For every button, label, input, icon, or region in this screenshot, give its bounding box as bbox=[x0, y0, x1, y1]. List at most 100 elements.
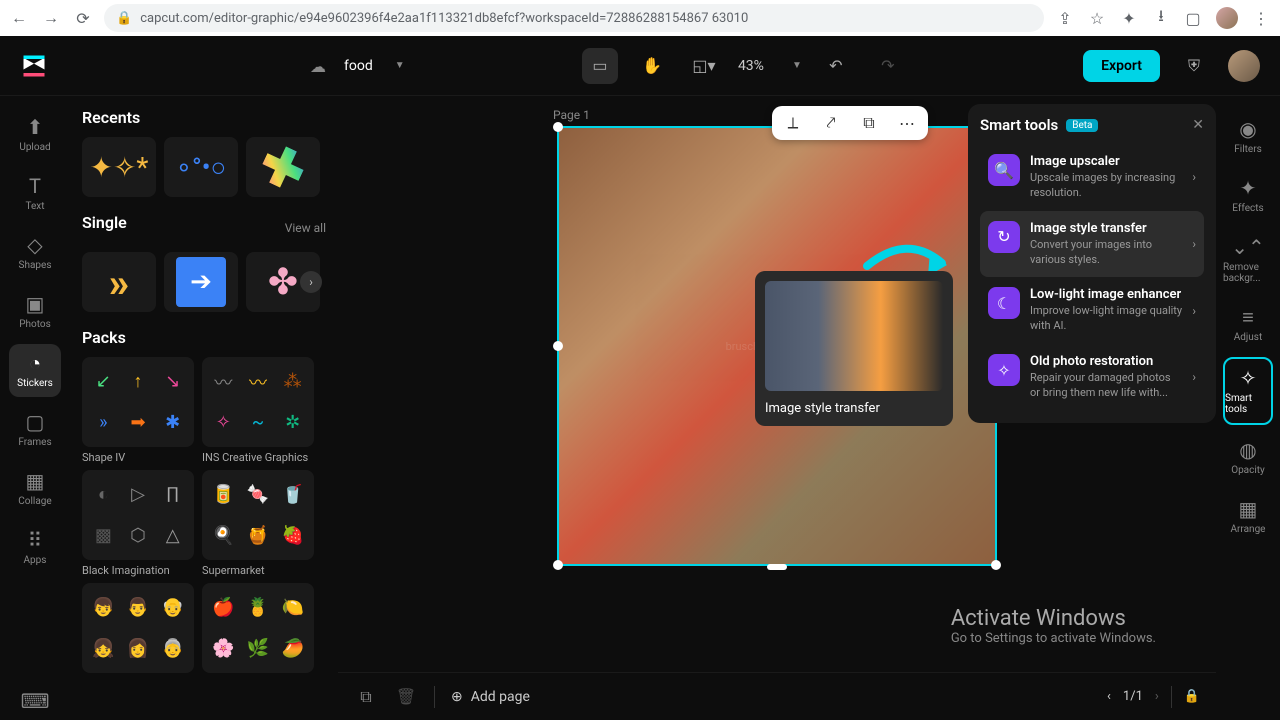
smart-tools-panel: Smart tools Beta ✕ 🔍 Image upscalerUpsca… bbox=[968, 104, 1216, 423]
stickers-panel: Recents ✦✧* ∘°•○ Single View all » ➔ ✤ ›… bbox=[70, 96, 338, 720]
select-tool-icon[interactable]: ▭ bbox=[582, 48, 618, 84]
keyboard-icon: ⌨ bbox=[21, 690, 50, 712]
zoom-chevron-icon[interactable]: ▼ bbox=[792, 60, 802, 71]
style-transfer-tooltip: Image style transfer bbox=[755, 271, 953, 426]
single-heading: Single bbox=[82, 213, 127, 232]
canvas-area[interactable]: Page 1 bruschetta on napkin ⟂ ⤤ ⧉ ⋯ bbox=[338, 96, 1216, 720]
pack-black[interactable]: ◐▷∏▩⬡△ Black Imagination bbox=[82, 470, 194, 577]
rail-stickers[interactable]: ◔Stickers bbox=[9, 344, 61, 397]
recent-sticker[interactable] bbox=[246, 137, 320, 197]
pack-ins[interactable]: 〰〰⁂✧~✲ INS Creative Graphics bbox=[202, 357, 314, 464]
rail-apps[interactable]: ⠿Apps bbox=[9, 521, 61, 574]
adjust-icon: ≡ bbox=[1242, 306, 1254, 328]
lowlight-icon: ☾ bbox=[988, 287, 1020, 319]
left-rail: ⬆Upload TText ◇Shapes ▣Photos ◔Stickers … bbox=[0, 96, 70, 720]
tooltip-preview-image bbox=[765, 281, 943, 391]
rail-collage[interactable]: ▦Collage bbox=[9, 462, 61, 515]
rr-arrange[interactable]: ▦Arrange bbox=[1223, 490, 1273, 543]
rr-opacity[interactable]: ◍Opacity bbox=[1223, 431, 1273, 484]
rail-keyboard[interactable]: ⌨ bbox=[9, 682, 61, 720]
trash-icon[interactable]: 🗑 bbox=[394, 685, 418, 709]
selection-handle[interactable] bbox=[767, 564, 787, 570]
more-icon[interactable]: ⋯ bbox=[896, 112, 918, 134]
pack-avatars[interactable]: 👦👨👴👧👩👵 bbox=[82, 583, 194, 673]
rr-adjust[interactable]: ≡Adjust bbox=[1223, 298, 1273, 351]
next-page-icon: › bbox=[1155, 689, 1159, 704]
chevron-down-icon[interactable]: ▼ bbox=[395, 60, 405, 71]
selection-handle[interactable] bbox=[553, 341, 563, 351]
pack-supermarket[interactable]: 🥫🍬🥤🍳🍯🍓 Supermarket bbox=[202, 470, 314, 577]
profile-avatar-icon[interactable] bbox=[1216, 7, 1238, 29]
selection-handle[interactable] bbox=[553, 122, 563, 132]
recent-sticker[interactable]: ∘°•○ bbox=[164, 137, 238, 197]
duplicate-icon[interactable]: ⧉ bbox=[858, 112, 880, 134]
smart-tools-title: Smart tools bbox=[980, 116, 1058, 134]
smart-item-upscaler[interactable]: 🔍 Image upscalerUpscale images by increa… bbox=[980, 144, 1204, 211]
rr-remove-bg[interactable]: ⌄⌃Remove backgr... bbox=[1223, 228, 1273, 292]
selection-handle[interactable] bbox=[991, 560, 1001, 570]
url-bar[interactable]: 🔒 capcut.com/editor-graphic/e94e9602396f… bbox=[104, 4, 1044, 32]
rr-filters[interactable]: ◉Filters bbox=[1223, 110, 1273, 163]
rail-text[interactable]: TText bbox=[9, 167, 61, 220]
download-icon[interactable]: ⭳ bbox=[1152, 9, 1170, 27]
style-transfer-icon: ↻ bbox=[988, 221, 1020, 253]
divider bbox=[1171, 686, 1172, 708]
stickers-icon: ◔ bbox=[29, 352, 41, 374]
upscaler-icon: 🔍 bbox=[988, 154, 1020, 186]
chevron-right-icon: › bbox=[1192, 370, 1196, 384]
chevron-right-icon: › bbox=[1192, 170, 1196, 184]
text-icon: T bbox=[29, 175, 41, 197]
smart-item-style-transfer[interactable]: ↻ Image style transferConvert your image… bbox=[980, 211, 1204, 278]
export-button[interactable]: Export bbox=[1083, 50, 1160, 82]
lock-page-icon[interactable]: 🔒 bbox=[1184, 689, 1200, 704]
page-label: Page 1 bbox=[553, 108, 590, 122]
shield-icon[interactable]: ⛨ bbox=[1176, 48, 1212, 84]
single-sticker[interactable]: » bbox=[82, 252, 156, 312]
nav-back-icon[interactable]: ← bbox=[10, 9, 28, 27]
app-topbar: ☁ food ▼ ▭ ✋ ◱▾ 43% ▼ ↶ ↷ Export ⛨ bbox=[0, 36, 1280, 96]
pages-icon[interactable]: ⧉ bbox=[354, 685, 378, 709]
kebab-icon[interactable]: ⋮ bbox=[1252, 9, 1270, 27]
single-sticker[interactable]: ➔ bbox=[164, 252, 238, 312]
smart-item-restoration[interactable]: ✧ Old photo restorationRepair your damag… bbox=[980, 344, 1204, 411]
share-icon[interactable]: ⇪ bbox=[1056, 9, 1074, 27]
user-avatar[interactable] bbox=[1228, 50, 1260, 82]
extensions-icon[interactable]: ✦ bbox=[1120, 9, 1138, 27]
replace-icon[interactable]: ⤤ bbox=[820, 112, 842, 134]
smart-item-lowlight[interactable]: ☾ Low-light image enhancerImprove low-li… bbox=[980, 277, 1204, 344]
smart-tools-icon: ✧ bbox=[1240, 367, 1257, 389]
pack-fruits[interactable]: 🍎🍍🍋🌸🌿🥭 bbox=[202, 583, 314, 673]
document-name[interactable]: food bbox=[344, 58, 373, 74]
close-icon[interactable]: ✕ bbox=[1192, 117, 1204, 133]
prev-page-icon[interactable]: ‹ bbox=[1107, 689, 1111, 704]
view-all-link[interactable]: View all bbox=[285, 221, 326, 235]
rail-upload[interactable]: ⬆Upload bbox=[9, 108, 61, 161]
tab-icon[interactable]: ▢ bbox=[1184, 9, 1202, 27]
cloud-icon[interactable]: ☁ bbox=[310, 57, 328, 75]
rail-frames[interactable]: ▢Frames bbox=[9, 403, 61, 456]
rail-shapes[interactable]: ◇Shapes bbox=[9, 226, 61, 279]
rail-photos[interactable]: ▣Photos bbox=[9, 285, 61, 338]
crop-icon[interactable]: ⟂ bbox=[782, 112, 804, 134]
page-counter: 1/1 bbox=[1123, 689, 1143, 704]
carousel-next-icon[interactable]: › bbox=[300, 271, 322, 293]
pack-shape4[interactable]: ↙↑↘»➡✱ Shape IV bbox=[82, 357, 194, 464]
hand-tool-icon[interactable]: ✋ bbox=[634, 48, 670, 84]
selection-handle[interactable] bbox=[553, 560, 563, 570]
crop-tool-icon[interactable]: ◱▾ bbox=[686, 48, 722, 84]
recent-sticker[interactable]: ✦✧* bbox=[82, 137, 156, 197]
rr-smart-tools[interactable]: ✧Smart tools bbox=[1223, 357, 1273, 425]
shapes-icon: ◇ bbox=[27, 234, 42, 256]
zoom-readout[interactable]: 43% bbox=[738, 58, 764, 74]
recents-heading: Recents bbox=[82, 108, 326, 127]
nav-reload-icon[interactable]: ⟳ bbox=[74, 9, 92, 27]
add-page-button[interactable]: ⊕ Add page bbox=[451, 689, 530, 705]
browser-chrome-bar: ← → ⟳ 🔒 capcut.com/editor-graphic/e94e96… bbox=[0, 0, 1280, 36]
rr-effects[interactable]: ✦Effects bbox=[1223, 169, 1273, 222]
star-icon[interactable]: ☆ bbox=[1088, 9, 1106, 27]
nav-forward-icon[interactable]: → bbox=[42, 9, 60, 27]
chevron-right-icon: › bbox=[1192, 237, 1196, 251]
packs-heading: Packs bbox=[82, 328, 326, 347]
capcut-logo[interactable] bbox=[20, 52, 48, 80]
undo-icon[interactable]: ↶ bbox=[818, 48, 854, 84]
